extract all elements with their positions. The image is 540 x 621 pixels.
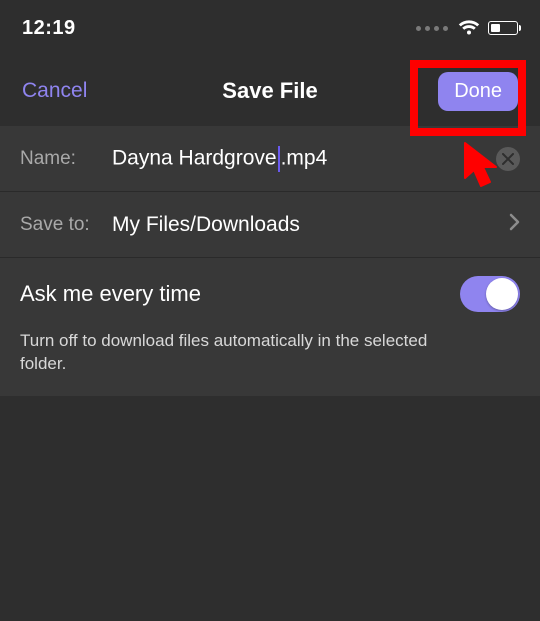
text-caret bbox=[278, 146, 280, 172]
done-button[interactable]: Done bbox=[438, 72, 518, 111]
saveto-label: Save to: bbox=[20, 214, 112, 236]
wifi-icon bbox=[458, 20, 480, 36]
filename-input[interactable]: Dayna Hardgrove.mp4 bbox=[112, 146, 496, 172]
header: Cancel Save File Done bbox=[0, 56, 540, 126]
saveto-row[interactable]: Save to: My Files/Downloads bbox=[0, 192, 540, 258]
status-time: 12:19 bbox=[22, 17, 76, 40]
cellular-dots-icon bbox=[416, 26, 448, 31]
status-bar: 12:19 bbox=[0, 0, 540, 56]
toggle-knob bbox=[486, 278, 518, 310]
clear-text-button[interactable] bbox=[496, 147, 520, 171]
filename-row: Name: Dayna Hardgrove.mp4 bbox=[0, 126, 540, 192]
saveto-path: My Files/Downloads bbox=[112, 213, 508, 237]
filename-before-caret: Dayna Hardgrove bbox=[112, 146, 277, 169]
ask-every-time-label: Ask me every time bbox=[20, 281, 201, 307]
filename-after-caret: .mp4 bbox=[281, 146, 328, 169]
ask-section: Ask me every time Turn off to download f… bbox=[0, 258, 540, 396]
close-icon bbox=[502, 153, 514, 165]
cancel-button[interactable]: Cancel bbox=[22, 79, 87, 103]
battery-icon bbox=[488, 21, 518, 35]
filename-label: Name: bbox=[20, 148, 112, 170]
ask-description: Turn off to download files automatically… bbox=[20, 330, 440, 376]
chevron-right-icon bbox=[508, 213, 520, 236]
page-title: Save File bbox=[222, 78, 317, 104]
ask-every-time-toggle[interactable] bbox=[460, 276, 520, 312]
status-right bbox=[416, 20, 518, 36]
